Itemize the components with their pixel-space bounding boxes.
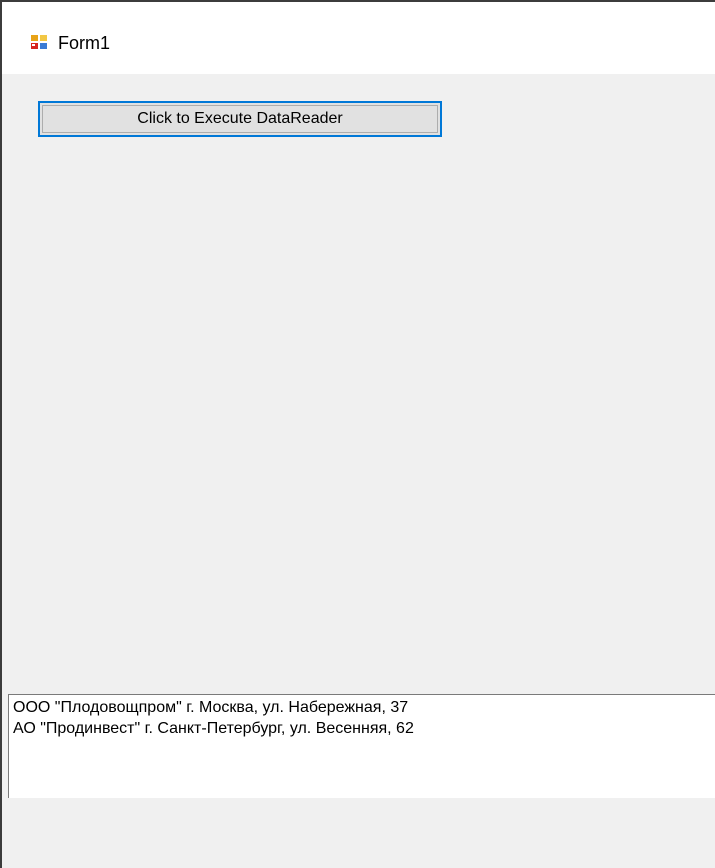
execute-button-label: Click to Execute DataReader	[42, 105, 438, 133]
form-window: Form1 Click to Execute DataReader ООО "П…	[0, 0, 715, 868]
list-item[interactable]: ООО "Плодовощпром" г. Москва, ул. Набере…	[13, 697, 713, 718]
form-app-icon	[30, 34, 48, 50]
list-item[interactable]: АО "Продинвест" г. Санкт-Петербург, ул. …	[13, 718, 713, 739]
title-bar[interactable]: Form1	[2, 2, 715, 74]
execute-datareader-button[interactable]: Click to Execute DataReader	[38, 101, 442, 137]
window-title: Form1	[58, 33, 111, 53]
output-listbox[interactable]: ООО "Плодовощпром" г. Москва, ул. Набере…	[8, 694, 715, 798]
